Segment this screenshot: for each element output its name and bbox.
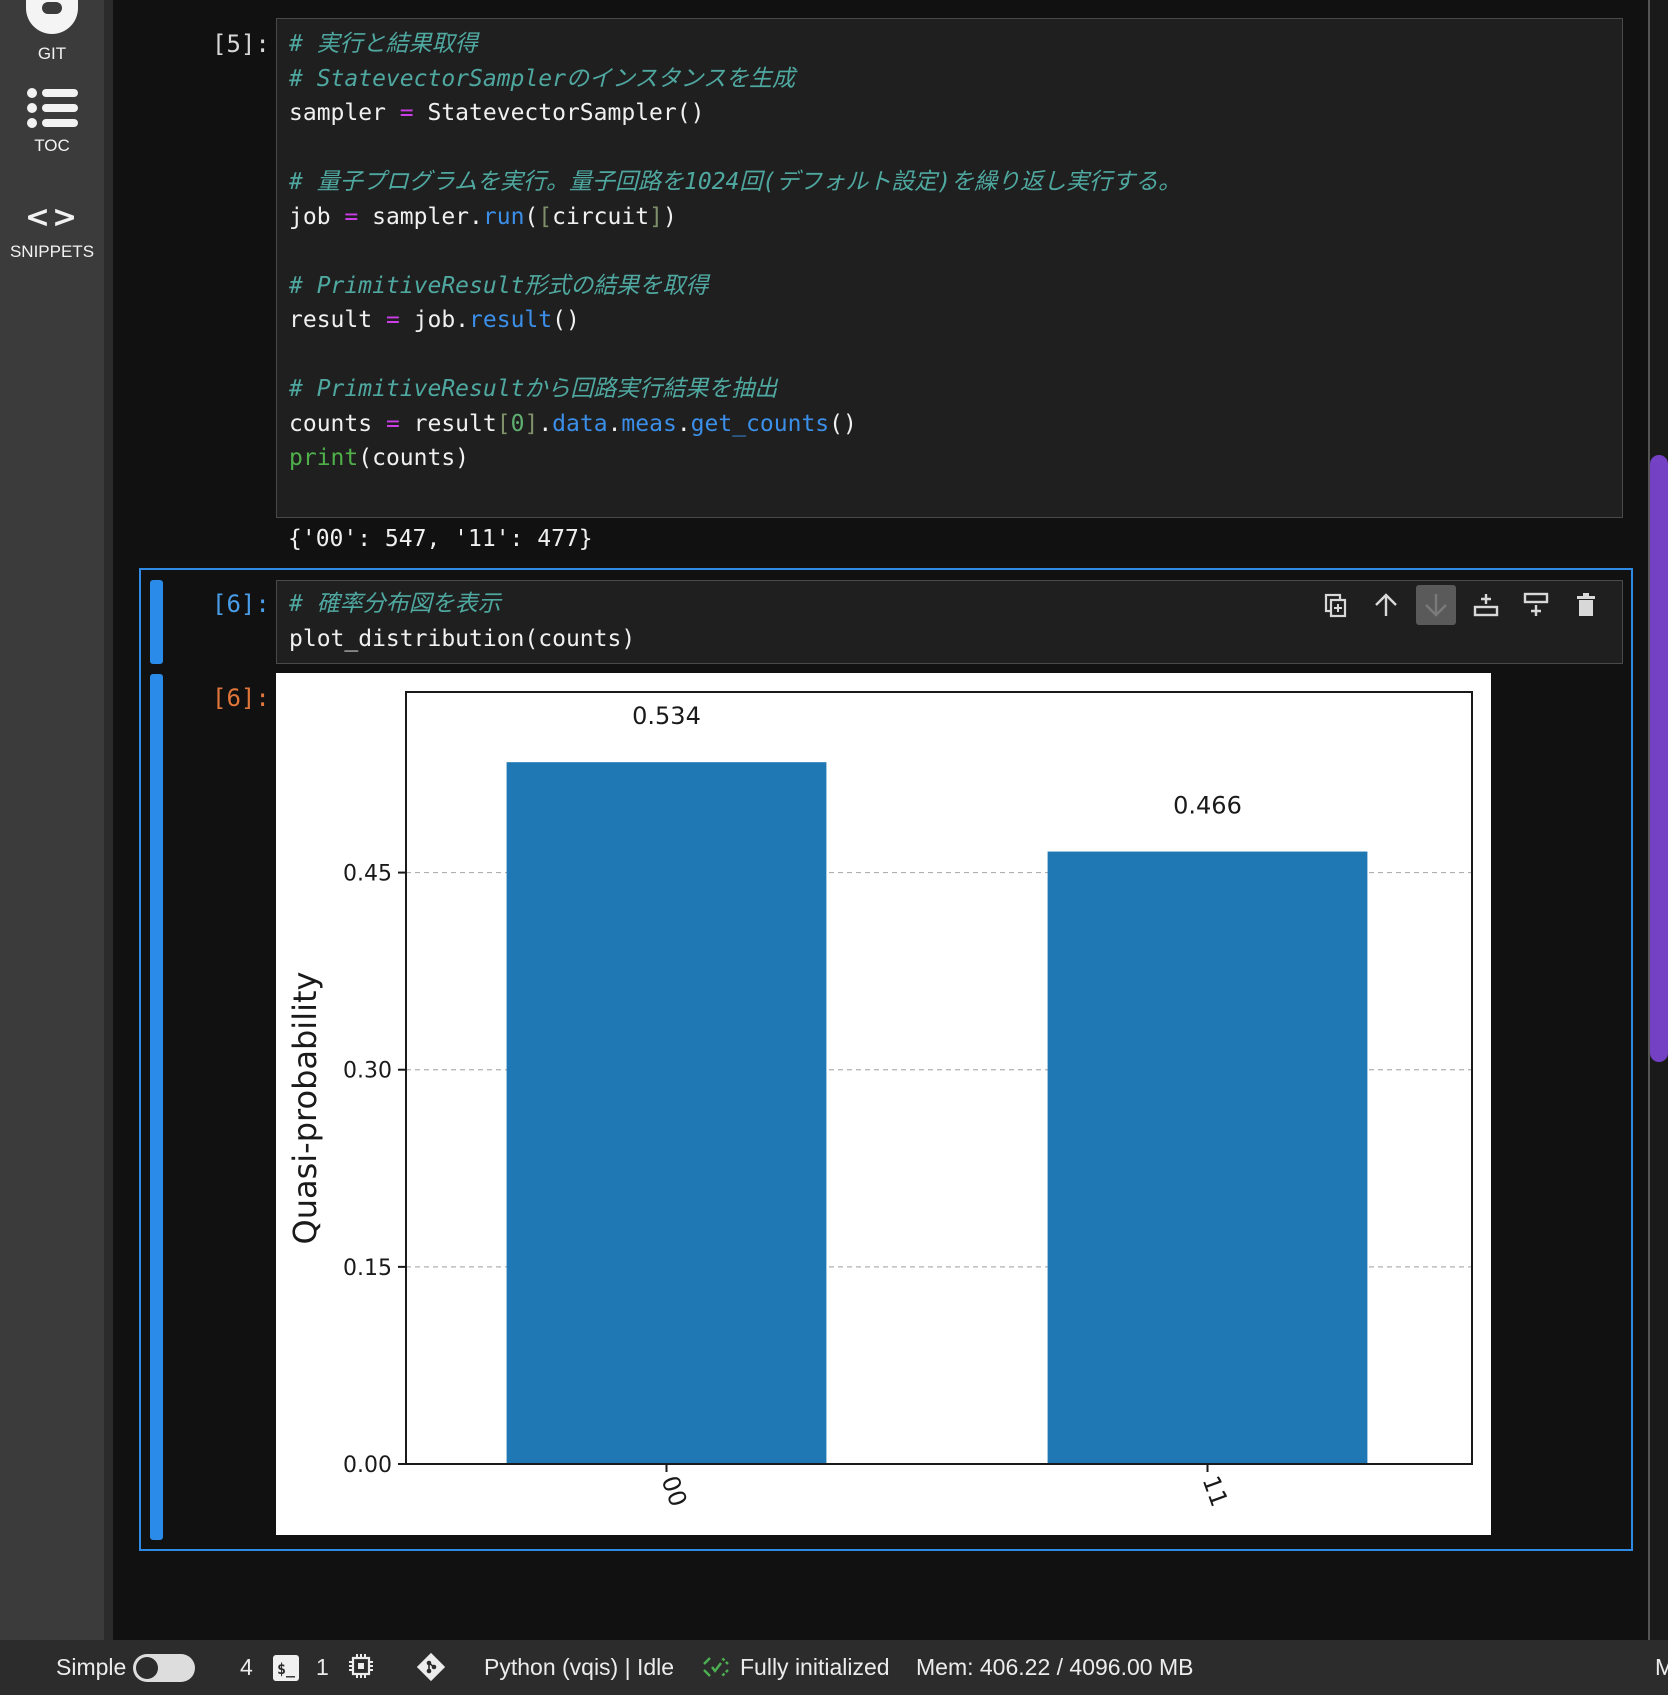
code-content: # 確率分布図を表示 plot_distribution(counts) (289, 587, 635, 656)
code-line: # PrimitiveResultから回路実行結果を抽出 (289, 376, 778, 402)
arrow-up-icon (1375, 593, 1397, 616)
code-line: print(counts) (289, 445, 470, 471)
arrow-down-icon (1425, 594, 1447, 617)
plot-distribution-figure: 0.534 0.466 0.00 0.15 0.30 0.45 00 11 Quasi-prob… (276, 673, 1491, 1535)
code-line: # 確率分布図を表示 (289, 591, 501, 617)
delete-cell-button[interactable] (1566, 585, 1606, 625)
list-icon (27, 88, 78, 128)
simple-mode-label: Simple (56, 1654, 127, 1680)
code-editor[interactable]: # 実行と結果取得 # StatevectorSamplerのインスタンスを生成 s… (276, 18, 1623, 518)
y-axis-label: Quasi-probability (286, 972, 324, 1245)
move-up-button[interactable] (1366, 585, 1406, 625)
sidebar-item-label: GIT (37, 44, 67, 63)
sidebar-item-git[interactable]: GIT (0, 0, 104, 64)
sidebar-item-label: TOC (34, 136, 70, 155)
code-line: # StatevectorSamplerのインスタンスを生成 (289, 65, 796, 92)
status-overflow-text: M (1655, 1654, 1668, 1680)
git-icon (26, 0, 78, 34)
simple-mode-toggle[interactable] (133, 1654, 195, 1682)
cell-output-text: {'00': 547, '11': 477} (288, 526, 593, 552)
move-down-button[interactable] (1416, 585, 1456, 625)
bar (506, 762, 827, 1464)
output-collapser[interactable] (150, 674, 163, 1540)
y-tick-label: 0.30 (343, 1059, 392, 1084)
code-line: # PrimitiveResult形式の結果を取得 (289, 272, 709, 299)
scrollbar-thumb[interactable] (1650, 455, 1668, 1062)
data-label: 0.534 (632, 702, 701, 730)
git-branch-icon[interactable] (416, 1652, 446, 1688)
insert-above-button[interactable] (1466, 585, 1506, 625)
y-tick-label: 0.45 (343, 862, 392, 887)
sidebar-item-snippets[interactable]: <> SNIPPETS (0, 200, 104, 262)
cell-input-prompt: [6]: (212, 590, 270, 618)
cpu-chip-icon[interactable] (348, 1653, 374, 1685)
input-collapser[interactable] (150, 580, 163, 664)
x-tick-label: 11 (1197, 1472, 1234, 1510)
insert-above-icon (1473, 594, 1499, 617)
left-sidebar: GIT TOC <> SNIPPETS (0, 0, 113, 1640)
code-brackets-icon: <> (24, 200, 80, 235)
bar-chart: 0.534 0.466 0.00 0.15 0.30 0.45 00 11 Quasi-prob… (286, 691, 1473, 1510)
kernel-count[interactable]: 1 (316, 1654, 329, 1681)
insert-below-button[interactable] (1516, 585, 1556, 625)
code-line: sampler = StatevectorSampler() (289, 100, 705, 126)
x-tick-label: 00 (656, 1472, 693, 1510)
status-bar: Simple 4 $_ 1 Python (vqis) | Idle Fully… (0, 1640, 1668, 1695)
memory-usage: Mem: 406.22 / 4096.00 MB (916, 1654, 1194, 1680)
kernel-status[interactable]: Python (vqis) | Idle (484, 1654, 674, 1681)
code-content: # 実行と結果取得 # StatevectorSamplerのインスタンスを生成 s… (289, 27, 1181, 476)
bar (1047, 851, 1368, 1464)
trash-icon (1577, 593, 1595, 616)
lsp-status-icon (701, 1652, 731, 1688)
duplicate-icon (1324, 593, 1347, 618)
terminal-count[interactable]: 4 (240, 1654, 253, 1681)
duplicate-cell-button[interactable] (1316, 585, 1356, 625)
cell-output-prompt: [6]: (212, 684, 270, 712)
code-line: job = sampler.run([circuit]) (289, 203, 677, 230)
code-line: # 実行と結果取得 (289, 31, 478, 57)
lsp-status[interactable]: Fully initialized (740, 1654, 890, 1681)
y-tick-label: 0.00 (343, 1453, 392, 1478)
terminal-icon[interactable]: $_ (273, 1653, 299, 1681)
insert-below-icon (1523, 592, 1549, 616)
sidebar-item-toc[interactable]: TOC (0, 88, 104, 156)
cell-input-prompt: [5]: (212, 30, 270, 58)
sidebar-item-label: SNIPPETS (9, 242, 95, 261)
code-line: plot_distribution(counts) (289, 625, 636, 652)
data-label: 0.466 (1173, 792, 1242, 820)
code-line: result = job.result() (289, 307, 580, 333)
code-line: # 量子プログラムを実行。量子回路を1024回(デフォルト設定)を繰り返し実行す… (289, 169, 1182, 195)
y-tick-label: 0.15 (343, 1256, 392, 1281)
code-line: counts = result[0].data.meas.get_counts(… (289, 410, 857, 437)
